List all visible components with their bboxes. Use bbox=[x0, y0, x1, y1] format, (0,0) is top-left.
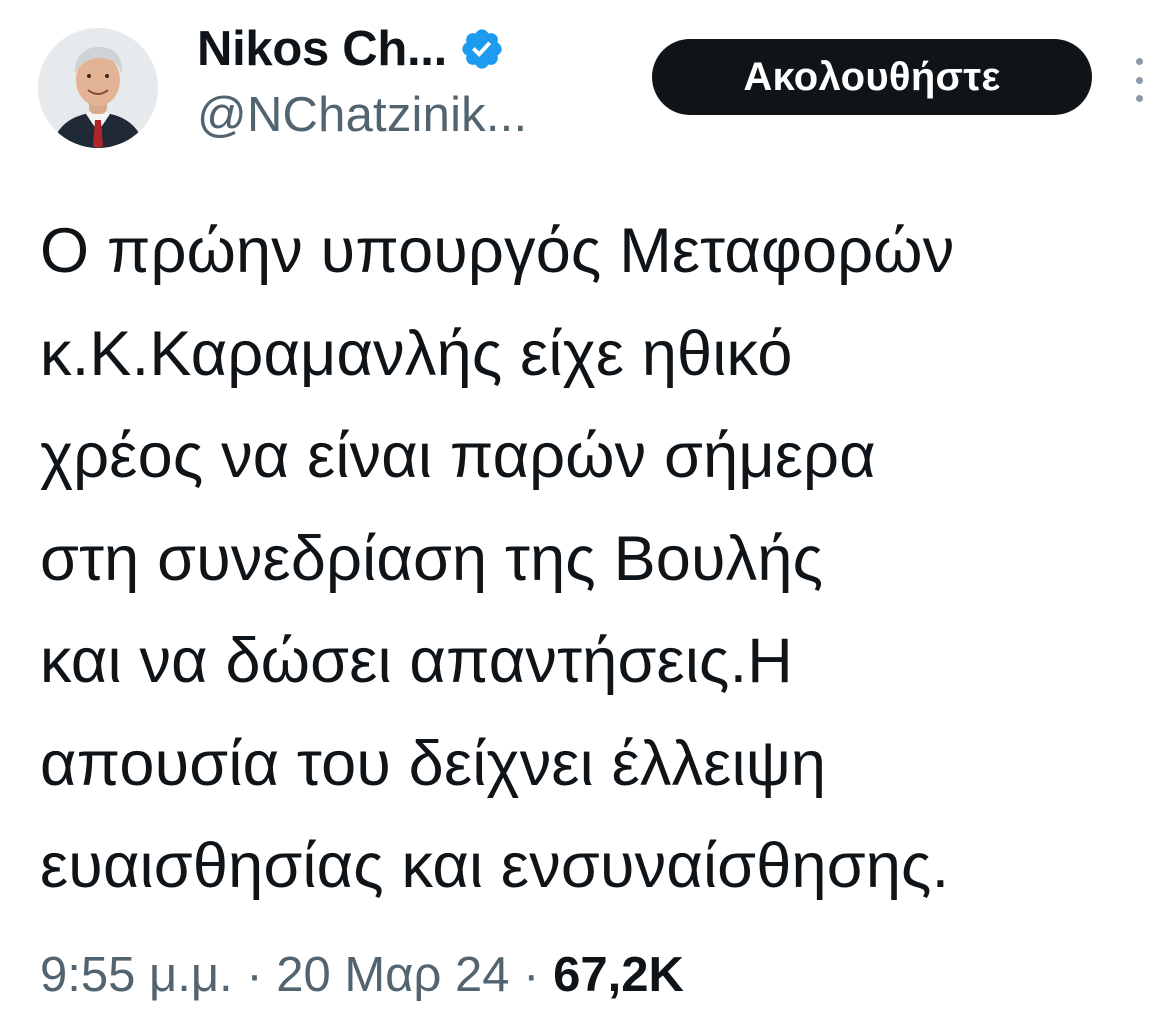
tweet-text: Ο πρώην υπουργός Μεταφορών κ.Κ.Καραμανλή… bbox=[40, 200, 1165, 918]
more-dot bbox=[1135, 58, 1143, 65]
tweet-text-line: απουσία του δείχνει έλλειψη bbox=[40, 728, 827, 799]
more-dot bbox=[1135, 76, 1143, 84]
tweet-text-line: χρέος να είναι παρών σήμερα bbox=[40, 421, 876, 491]
author-display-name[interactable]: Nikos Ch... bbox=[197, 18, 447, 80]
meta-separator: · bbox=[523, 948, 554, 1002]
views-count[interactable]: 67,2K bbox=[553, 948, 684, 1002]
author-handle[interactable]: @NChatzinik... bbox=[197, 84, 527, 146]
more-dot bbox=[1135, 95, 1143, 102]
verified-badge-icon bbox=[462, 29, 502, 69]
author-name-row: Nikos Ch... bbox=[197, 18, 527, 80]
tweet-date[interactable]: 20 Μαρ 24 bbox=[276, 948, 509, 1002]
tweet-meta: 9:55 μ.μ. · 20 Μαρ 24 · 67,2K bbox=[40, 940, 684, 1010]
meta-separator: · bbox=[246, 948, 277, 1002]
tweet-text-line: κ.Κ.Καραμανλής είχε ηθικό bbox=[40, 318, 793, 389]
tweet-time[interactable]: 9:55 μ.μ. bbox=[40, 948, 233, 1002]
tweet-text-line: Ο πρώην υπουργός Μεταφορών bbox=[40, 216, 955, 286]
tweet-card: Nikos Ch... @NChatzinik... Ακολουθήστε Ο… bbox=[0, 0, 1176, 1028]
author-avatar[interactable] bbox=[38, 28, 158, 148]
follow-button[interactable]: Ακολουθήστε bbox=[652, 39, 1092, 115]
tweet-text-line: στη συνεδρίαση της Βουλής bbox=[40, 523, 824, 594]
more-vertical-icon[interactable] bbox=[1130, 58, 1148, 102]
tweet-text-line: και να δώσει απαντήσεις.Η bbox=[40, 626, 793, 696]
author-info: Nikos Ch... @NChatzinik... bbox=[197, 18, 527, 146]
tweet-text-line: ευαισθησίας και ενσυναίσθησης. bbox=[40, 831, 950, 901]
profile-photo-icon bbox=[38, 28, 158, 148]
